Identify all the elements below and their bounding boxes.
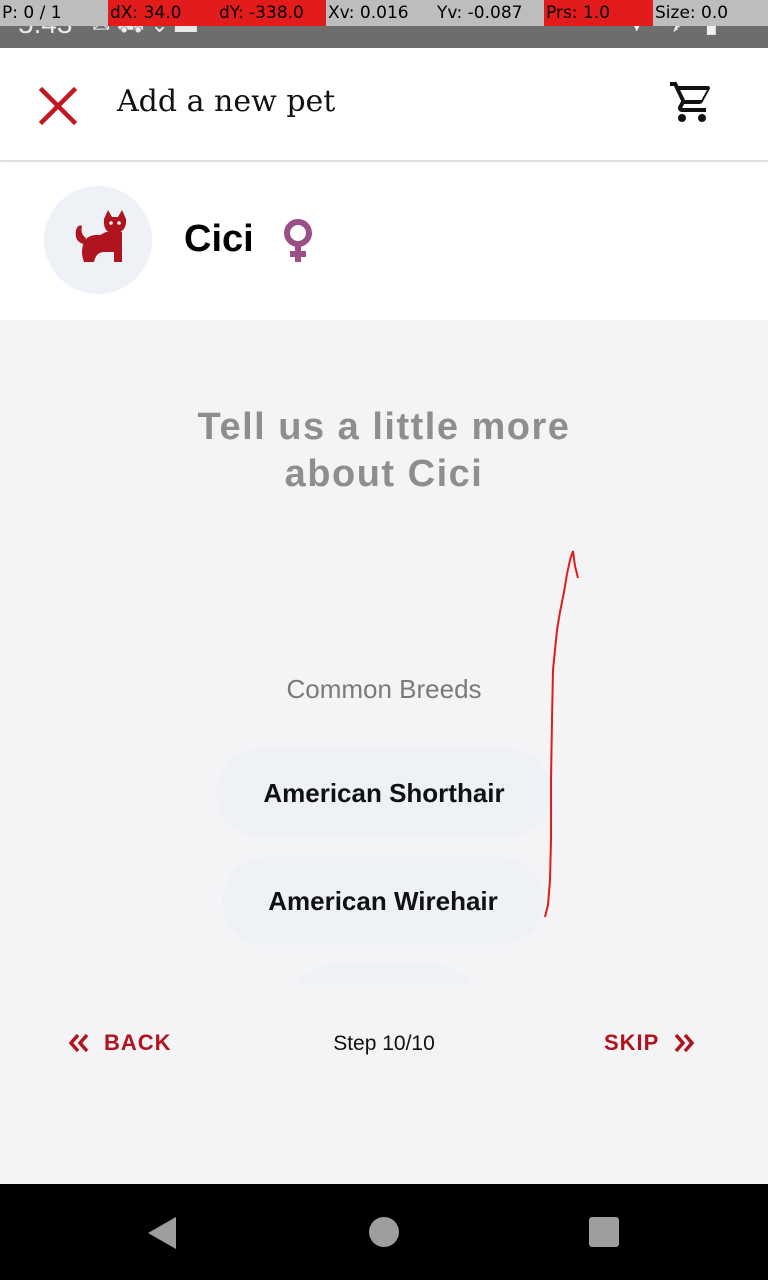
pet-name: Cici <box>184 218 254 260</box>
close-icon <box>38 86 78 126</box>
nav-home-icon[interactable] <box>369 1217 399 1247</box>
nav-back-icon[interactable] <box>146 1216 178 1250</box>
system-nav-bar <box>0 1184 768 1280</box>
app-screen: 5:43 ✉ ⛟ ⌄ ▬ ▼ ✈ ▮ P: 0 / 1 dX: 34.0 dY:… <box>0 0 768 1280</box>
breed-chip-partial[interactable] <box>290 965 478 984</box>
skip-label: SKIP <box>604 1030 660 1055</box>
question-headline: Tell us a little more about Cici <box>0 404 768 498</box>
breed-label: American Wirehair <box>268 885 498 916</box>
pointer-debug-bar: P: 0 / 1 dX: 34.0 dY: -338.0 Xv: 0.016 Y… <box>0 0 768 26</box>
gender-badge <box>280 218 320 264</box>
breed-chip[interactable]: American Shorthair <box>216 749 552 837</box>
debug-size: Size: 0.0 <box>653 0 768 26</box>
headline-line-1: Tell us a little more <box>197 406 571 448</box>
nav-recents-icon[interactable] <box>589 1217 619 1247</box>
debug-pressure: Prs: 1.0 <box>544 0 653 26</box>
debug-dx: dX: 34.0 <box>108 0 217 26</box>
debug-yv: Yv: -0.087 <box>435 0 544 26</box>
pet-header: Cici <box>0 162 768 320</box>
breed-chip[interactable]: American Wirehair <box>222 857 544 945</box>
close-button[interactable] <box>34 82 82 130</box>
female-icon <box>284 219 312 262</box>
breed-label: American Shorthair <box>263 777 505 808</box>
cart-icon <box>670 82 711 122</box>
cart-button[interactable] <box>668 78 716 126</box>
debug-pointer: P: 0 / 1 <box>0 0 108 26</box>
status-bar: 5:43 ✉ ⛟ ⌄ ▬ ▼ ✈ ▮ P: 0 / 1 dX: 34.0 dY:… <box>0 0 768 48</box>
common-breeds-label: Common Breeds <box>286 674 482 704</box>
debug-xv: Xv: 0.016 <box>326 0 435 26</box>
breed-list[interactable]: American Shorthair American Wirehair <box>0 720 768 984</box>
page-title: Add a new pet <box>117 84 336 119</box>
app-bar: Add a new pet <box>0 48 768 160</box>
skip-button[interactable]: SKIP <box>604 1030 695 1056</box>
debug-dy: dY: -338.0 <box>217 0 326 26</box>
double-chevron-right-icon <box>675 1033 695 1053</box>
pet-avatar[interactable] <box>44 186 152 294</box>
headline-line-2: about Cici <box>284 453 484 495</box>
cat-icon <box>75 210 127 262</box>
